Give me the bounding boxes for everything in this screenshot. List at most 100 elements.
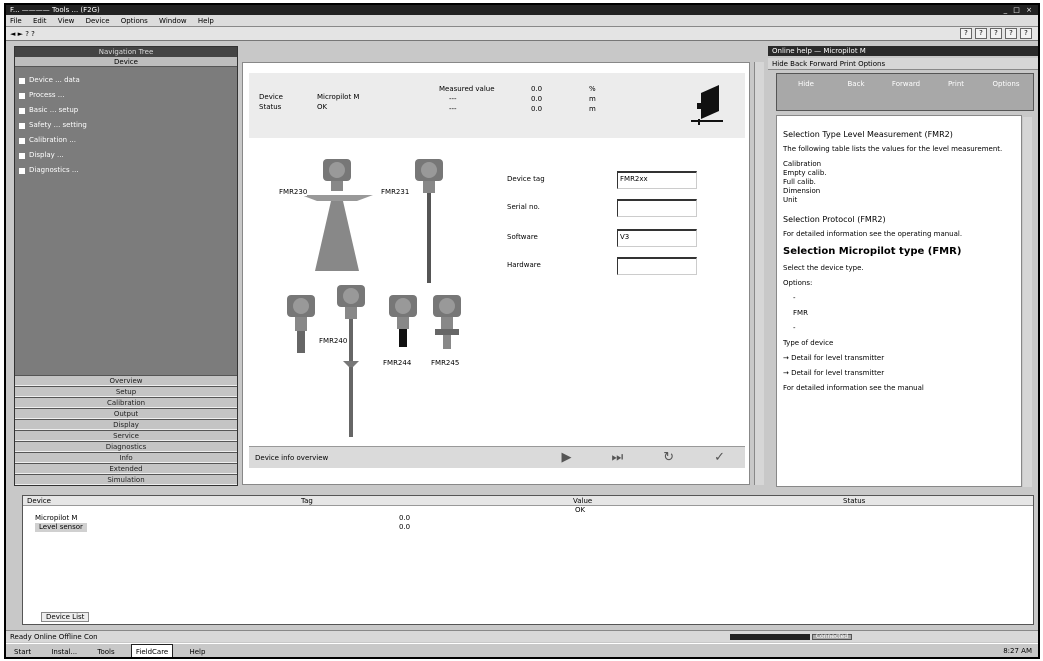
nav-button-overview[interactable]: Overview <box>15 375 237 386</box>
device-label: Device <box>259 93 283 101</box>
measured-value-2: --- <box>449 95 457 103</box>
nav-button-calibration[interactable]: Calibration <box>15 397 237 408</box>
toolbar-button-5[interactable]: ? <box>1020 28 1032 39</box>
table-row[interactable]: Micropilot M 0.0 OK <box>23 506 1033 523</box>
folder-icon <box>19 122 25 129</box>
column-header[interactable]: Status <box>843 496 865 506</box>
taskbar-item[interactable]: Instal... <box>47 645 81 657</box>
toolbar-button-2[interactable]: ? <box>975 28 987 39</box>
help-hide-button[interactable]: Hide <box>781 78 831 90</box>
help-list-item: - <box>793 294 796 302</box>
menu-view[interactable]: View <box>58 17 75 25</box>
field-label: Software <box>507 233 538 241</box>
help-forward-button[interactable]: Forward <box>881 78 931 90</box>
device-image-long-rod[interactable] <box>333 281 373 441</box>
toolbar-button-3[interactable]: ? <box>990 28 1002 39</box>
help-link[interactable]: → Detail for level transmitter <box>783 369 1015 378</box>
nav-button-diagnostics[interactable]: Diagnostics <box>15 441 237 452</box>
device-image-rod[interactable] <box>407 155 457 285</box>
menu-window[interactable]: Window <box>159 17 187 25</box>
device-image-horn[interactable] <box>301 155 381 275</box>
form-row-tag: Device tag FMR2xx <box>507 171 707 191</box>
help-paragraph: Select the device type. <box>783 264 864 272</box>
folder-icon <box>19 92 25 99</box>
help-print-button[interactable]: Print <box>931 78 981 90</box>
device-tag: FMR244 <box>383 359 412 367</box>
refresh-icon[interactable]: ↻ <box>663 447 674 469</box>
hardware-field[interactable] <box>617 257 697 275</box>
nav-button-setup[interactable]: Setup <box>15 386 237 397</box>
device-image-small[interactable] <box>283 291 323 361</box>
nav-item[interactable]: Display ... <box>19 148 233 163</box>
nav-button-extended[interactable]: Extended <box>15 463 237 474</box>
help-toolbar[interactable]: Hide Back Forward Print Options <box>768 58 1038 70</box>
device-image-compact[interactable] <box>385 291 425 361</box>
form-row-serial: Serial no. <box>507 199 707 219</box>
nav-item[interactable]: Device ... data <box>19 73 233 88</box>
folder-icon <box>19 137 25 144</box>
status-bar: Ready Online Offline Con Connected <box>6 630 1038 642</box>
serial-field[interactable] <box>617 199 697 217</box>
taskbar-item-active[interactable]: FieldCare <box>130 644 174 657</box>
nav-button-simulation[interactable]: Simulation <box>15 474 237 485</box>
help-options-button[interactable]: Options <box>981 78 1031 90</box>
nav-item[interactable]: Process ... <box>19 88 233 103</box>
help-back-button[interactable]: Back <box>831 78 881 90</box>
column-header[interactable]: Tag <box>301 496 313 506</box>
toolbar-left[interactable]: ◄ ► ? ? <box>10 30 35 38</box>
device-image-flange[interactable] <box>429 291 469 361</box>
play-icon[interactable]: ▶ <box>561 447 571 469</box>
column-header[interactable]: Value <box>573 496 592 506</box>
column-header[interactable]: Device <box>27 496 51 506</box>
center-scrollbar[interactable] <box>754 62 764 485</box>
measured-value-3: --- <box>449 105 457 113</box>
device-table: Device Tag Value Status Micropilot M 0.0… <box>22 495 1034 625</box>
software-field[interactable]: V3 <box>617 229 697 247</box>
taskbar: Start Instal... Tools FieldCare Help 8:2… <box>6 643 1038 657</box>
measured-label: Measured value <box>439 85 495 93</box>
nav-item[interactable]: Safety ... setting <box>19 118 233 133</box>
menu-options[interactable]: Options <box>121 17 148 25</box>
device-info-bar: Device Status Micropilot M OK Measured v… <box>249 73 745 138</box>
toolbar-button-1[interactable]: ? <box>960 28 972 39</box>
help-paragraph: For detailed information see the operati… <box>783 230 963 238</box>
taskbar-item[interactable]: Tools <box>93 645 118 657</box>
nav-item[interactable]: Calibration ... <box>19 133 233 148</box>
nav-item-label: Device ... data <box>29 76 80 84</box>
status-label: Status <box>259 103 282 111</box>
folder-icon <box>19 77 25 84</box>
menu-help[interactable]: Help <box>198 17 214 25</box>
check-icon[interactable]: ✓ <box>714 447 725 469</box>
nav-button-service[interactable]: Service <box>15 430 237 441</box>
fast-forward-icon[interactable]: ⏭ <box>611 447 623 469</box>
table-footer-tab[interactable]: Device List <box>41 612 90 622</box>
window-controls[interactable]: _ □ × <box>1004 5 1034 15</box>
unit-2: m <box>589 95 596 103</box>
menu-device[interactable]: Device <box>86 17 110 25</box>
device-tag-field[interactable]: FMR2xx <box>617 171 697 189</box>
help-link[interactable]: → Detail for level transmitter <box>783 354 1015 363</box>
taskbar-start[interactable]: Start <box>10 645 35 657</box>
table-header: Device Tag Value Status <box>23 496 1033 506</box>
form-row-software: Software V3 <box>507 229 707 249</box>
table-row[interactable]: Level sensor 0.0 <box>23 523 1033 532</box>
navigation-subheader[interactable]: Device <box>15 57 237 67</box>
menu-bar: File Edit View Device Options Window Hel… <box>6 15 1038 27</box>
menu-file[interactable]: File <box>10 17 22 25</box>
nav-item[interactable]: Diagnostics ... <box>19 163 233 178</box>
help-paragraph: The following table lists the values for… <box>783 145 1003 153</box>
toolbar: ◄ ► ? ? ? ? ? ? ? <box>6 27 1038 41</box>
help-scrollbar[interactable] <box>1023 117 1032 487</box>
toolbar-button-4[interactable]: ? <box>1005 28 1017 39</box>
nav-button-output[interactable]: Output <box>15 408 237 419</box>
menu-edit[interactable]: Edit <box>33 17 47 25</box>
nav-button-info[interactable]: Info <box>15 452 237 463</box>
taskbar-item[interactable]: Help <box>185 645 209 657</box>
nav-button-display[interactable]: Display <box>15 419 237 430</box>
device-tag: FMR231 <box>381 188 410 196</box>
reading-3: 0.0 <box>531 105 543 113</box>
navigation-panel: Navigation Tree Device Device ... data P… <box>14 46 238 486</box>
nav-item-label: Safety ... setting <box>29 121 87 129</box>
nav-item[interactable]: Basic ... setup <box>19 103 233 118</box>
device-tag: FMR240 <box>319 337 348 345</box>
